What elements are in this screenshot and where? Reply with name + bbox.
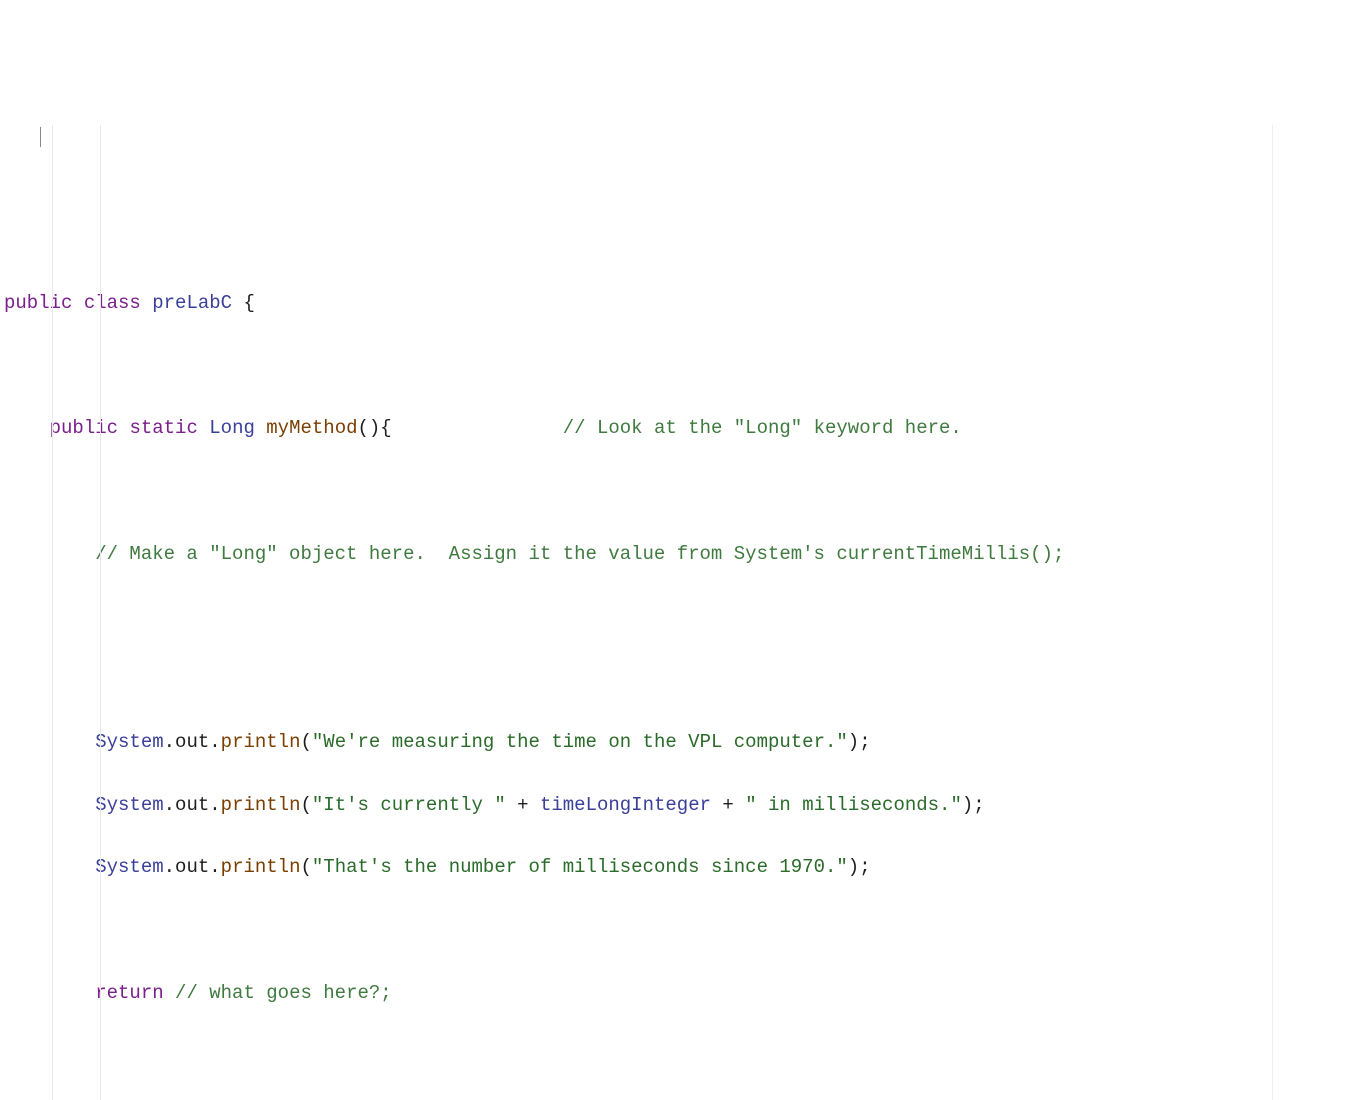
paren-open: ( [301, 794, 312, 816]
code-line[interactable]: System.out.println("It's currently " + t… [4, 790, 1368, 821]
field-out: out [175, 794, 209, 816]
dot: . [164, 731, 175, 753]
code-line-blank[interactable] [4, 351, 1368, 382]
method-println: println [221, 731, 301, 753]
indent [4, 856, 95, 878]
paren-close: ); [848, 856, 871, 878]
keyword-return: return [95, 982, 163, 1004]
indent-guide [100, 125, 101, 1100]
indent [4, 731, 95, 753]
code-line[interactable]: public class preLabC { [4, 288, 1368, 319]
comment: // Make a "Long" object here. Assign it … [95, 543, 1064, 565]
paren-close: ); [848, 731, 871, 753]
comment: // what goes here?; [175, 982, 392, 1004]
method-println: println [221, 856, 301, 878]
class-system: System [95, 731, 163, 753]
operator-plus: + [711, 794, 745, 816]
dot: . [209, 794, 220, 816]
method-name: myMethod [266, 417, 357, 439]
code-line-blank[interactable] [4, 664, 1368, 695]
type-long: Long [209, 417, 255, 439]
field-out: out [175, 856, 209, 878]
class-system: System [95, 794, 163, 816]
field-out: out [175, 731, 209, 753]
code-line-blank[interactable] [4, 1040, 1368, 1071]
code-editor[interactable]: public class preLabC { public static Lon… [0, 125, 1368, 1100]
code-line[interactable]: public static Long myMethod(){ // Look a… [4, 413, 1368, 444]
string-literal: "We're measuring the time on the VPL com… [312, 731, 848, 753]
variable: timeLongInteger [540, 794, 711, 816]
text-cursor [40, 127, 41, 147]
code-line-blank[interactable] [4, 915, 1368, 946]
brace: { [232, 292, 255, 314]
dot: . [209, 856, 220, 878]
class-name: preLabC [152, 292, 232, 314]
code-line[interactable]: System.out.println("That's the number of… [4, 852, 1368, 883]
indent [4, 794, 95, 816]
margin-guide [1272, 125, 1273, 1100]
paren-open: ( [301, 731, 312, 753]
dot: . [164, 856, 175, 878]
parens: (){ [358, 417, 392, 439]
comment: // Look at the "Long" keyword here. [563, 417, 962, 439]
code-line-blank[interactable] [4, 476, 1368, 507]
indent [4, 982, 95, 1004]
class-system: System [95, 856, 163, 878]
operator-plus: + [506, 794, 540, 816]
paren-open: ( [301, 856, 312, 878]
string-literal: "That's the number of milliseconds since… [312, 856, 848, 878]
keyword-public: public [50, 417, 118, 439]
code-line[interactable]: // Make a "Long" object here. Assign it … [4, 539, 1368, 570]
keyword-static: static [129, 417, 197, 439]
method-println: println [221, 794, 301, 816]
dot: . [164, 794, 175, 816]
keyword-class: class [84, 292, 141, 314]
code-line-blank[interactable] [4, 602, 1368, 633]
indent [4, 417, 50, 439]
spacer [164, 982, 175, 1004]
indent-guide [52, 125, 53, 1100]
string-literal: "It's currently " [312, 794, 506, 816]
indent [4, 543, 95, 565]
string-literal: " in milliseconds." [745, 794, 962, 816]
dot: . [209, 731, 220, 753]
keyword-public: public [4, 292, 72, 314]
code-line[interactable]: System.out.println("We're measuring the … [4, 727, 1368, 758]
code-line[interactable]: return // what goes here?; [4, 978, 1368, 1009]
paren-close: ); [962, 794, 985, 816]
spacer [392, 417, 563, 439]
